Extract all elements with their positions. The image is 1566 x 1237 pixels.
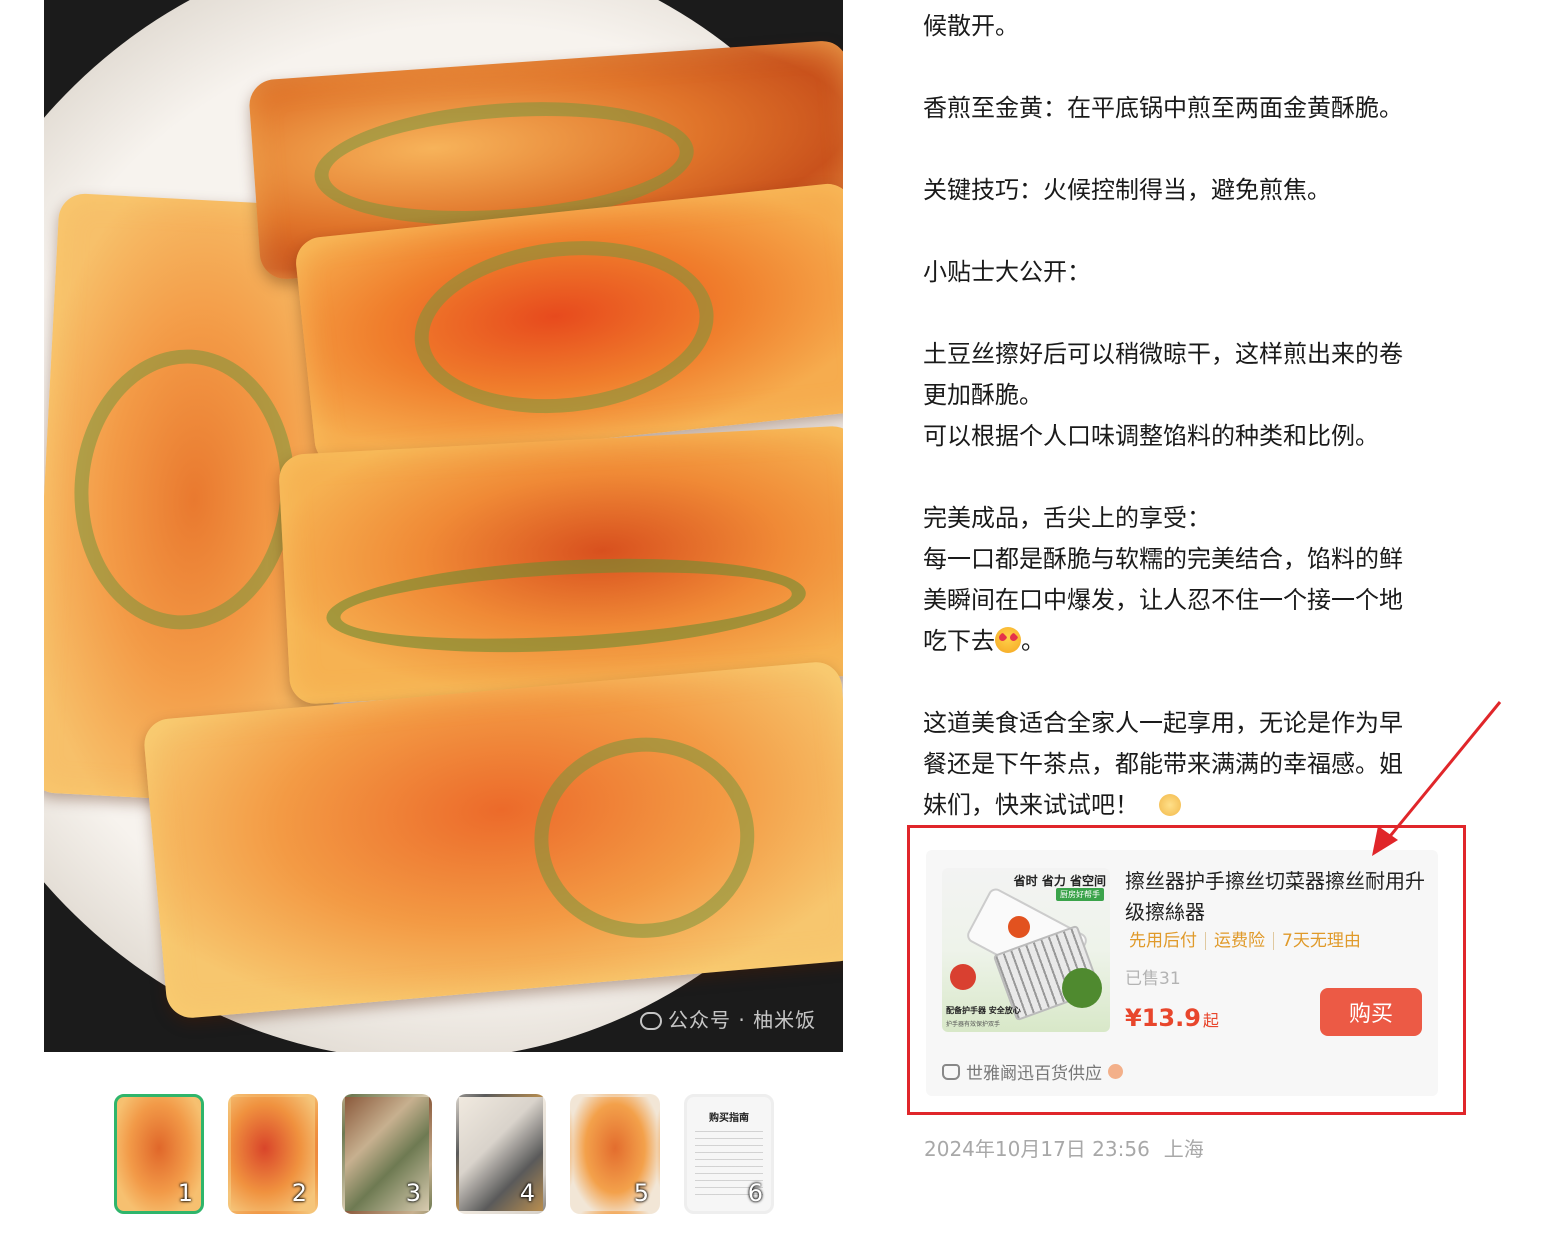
thumbnail-number: 4 (519, 1179, 535, 1207)
article-line: 完美成品，舌尖上的享受： (923, 504, 1211, 532)
annotation-arrow-icon (1372, 701, 1502, 856)
thumbnail-2[interactable]: 2 (228, 1094, 318, 1214)
article-line-text: 妹们，快来试试吧！ (923, 791, 1139, 819)
article-line: 小贴士大公开： (923, 258, 1091, 286)
article-line: 香煎至金黄：在平底锅中煎至两面金黄酥脆。 (923, 94, 1403, 122)
article-line-suffix: 。 (1021, 627, 1045, 655)
post-meta: 2024年10月17日 23:56 上海 (924, 1133, 1204, 1162)
article-line: 更加酥脆。 (923, 381, 1043, 409)
watermark-text: 公众号 · 柚米饭 (668, 1008, 817, 1032)
thumbnail-title: 购买指南 (709, 1113, 749, 1124)
article-line: 土豆丝擦好后可以稍微晾干，这样煎出来的卷 (923, 340, 1403, 368)
article-line: 美瞬间在口中爆发，让人忍不住一个接一个地 (923, 586, 1403, 614)
thumbnail-number: 2 (291, 1179, 307, 1207)
food-roll (277, 424, 843, 706)
thumbnail-number: 6 (747, 1179, 763, 1207)
wechat-icon (640, 1012, 662, 1030)
article-line: 关键技巧：火候控制得当，避免煎焦。 (923, 176, 1331, 204)
thumbnail-number: 3 (405, 1179, 421, 1207)
post-location: 上海 (1163, 1137, 1204, 1161)
article-line: 每一口都是酥脆与软糯的完美结合，馅料的鲜 (923, 545, 1403, 573)
thumbnail-1[interactable]: 1 (114, 1094, 204, 1214)
heart-eyes-emoji-icon (995, 627, 1021, 653)
main-photo[interactable]: 公众号 · 柚米饭 (44, 0, 843, 1052)
annotation-highlight-box (907, 825, 1466, 1115)
food-roll (142, 660, 843, 1020)
hug-emoji-icon (1159, 794, 1181, 816)
thumbnail-3[interactable]: 3 (342, 1094, 432, 1214)
post-date: 2024年10月17日 23:56 (924, 1137, 1150, 1161)
watermark: 公众号 · 柚米饭 (640, 1004, 816, 1033)
article-line-with-emoji: 吃下去。 (923, 621, 1463, 662)
thumbnail-4[interactable]: 4 (456, 1094, 546, 1214)
thumbnail-number: 1 (177, 1179, 193, 1207)
thumbnail-strip: 1 2 3 4 5 购买指南 6 (114, 1094, 774, 1214)
thumbnail-6[interactable]: 购买指南 6 (684, 1094, 774, 1214)
thumbnail-number: 5 (633, 1179, 649, 1207)
article-line-text: 吃下去 (923, 627, 995, 655)
thumbnail-5[interactable]: 5 (570, 1094, 660, 1214)
article-line: 可以根据个人口味调整馅料的种类和比例。 (923, 422, 1379, 450)
article-line: 候散开。 (923, 12, 1019, 40)
